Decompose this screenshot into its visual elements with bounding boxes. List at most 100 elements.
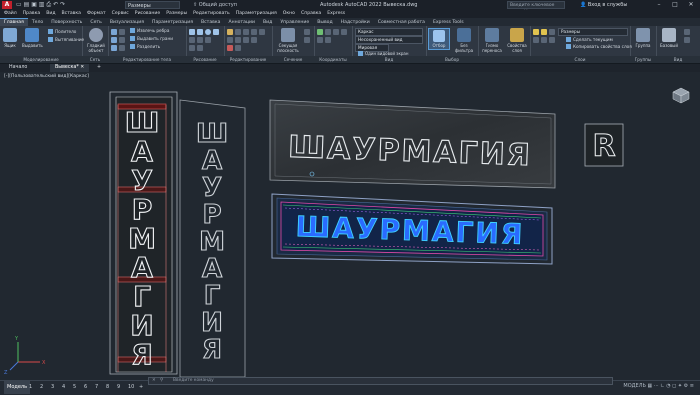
layer-freeze-icon[interactable] xyxy=(541,29,547,35)
slice-icon[interactable] xyxy=(119,29,125,35)
ucs-world-icon[interactable] xyxy=(325,29,331,35)
make-current-button[interactable]: Сделать текущим xyxy=(566,37,613,43)
view-option-icon[interactable] xyxy=(684,29,690,35)
intersect-icon[interactable] xyxy=(111,45,117,51)
redo-icon[interactable]: ↷ xyxy=(60,1,65,8)
union-icon[interactable] xyxy=(111,29,117,35)
section-option-icon[interactable] xyxy=(304,29,310,35)
no-filter-button[interactable]: Без фильтра xyxy=(452,28,476,53)
save-icon[interactable]: ▣ xyxy=(31,1,37,8)
layout-tab-3[interactable]: 3 xyxy=(48,381,57,394)
letter-r-block[interactable]: R xyxy=(584,123,624,167)
mirror-icon[interactable] xyxy=(259,29,265,35)
menu-item-7[interactable]: Размеры xyxy=(166,11,187,16)
grid-icon[interactable]: ▦ xyxy=(647,383,652,389)
interfere-icon[interactable] xyxy=(119,37,125,43)
maximize-button[interactable]: □ xyxy=(667,0,683,10)
ucs-icon[interactable] xyxy=(317,29,323,35)
menu-item-12[interactable]: Express xyxy=(327,11,345,16)
offset-icon[interactable] xyxy=(235,45,241,51)
scale-icon[interactable] xyxy=(243,37,249,43)
viewcube[interactable] xyxy=(669,84,691,106)
open-icon[interactable]: ▤ xyxy=(24,1,30,8)
stretch-icon[interactable] xyxy=(235,37,241,43)
command-settings-icon[interactable]: ⚲ xyxy=(160,378,163,384)
undo-icon[interactable]: ↶ xyxy=(53,1,58,8)
new-icon[interactable]: ▭ xyxy=(16,1,22,8)
subtract-icon[interactable] xyxy=(111,37,117,43)
layout-tab-7[interactable]: 7 xyxy=(92,381,101,394)
model-space-toggle[interactable]: МОДЕЛЬ xyxy=(623,383,646,389)
new-tab-button[interactable]: + xyxy=(92,64,106,72)
separate-button[interactable]: Разделить xyxy=(130,44,160,50)
move-icon[interactable] xyxy=(227,29,233,35)
menu-item-4[interactable]: Формат xyxy=(87,11,106,16)
tab-vyveska[interactable]: Вывеска* ✕ xyxy=(50,64,90,72)
polysolid-button[interactable]: Политело xyxy=(48,29,76,35)
menu-item-6[interactable]: Рисование xyxy=(135,11,160,16)
layer-isolate-icon[interactable] xyxy=(533,37,539,43)
extract-edges-button[interactable]: Извлечь ребра xyxy=(130,28,169,34)
layer-unisolate-icon[interactable] xyxy=(541,37,547,43)
snap-icon[interactable]: ⋯ xyxy=(654,383,659,389)
neon-sign-selected[interactable]: ШАУРМАГИЯ xyxy=(271,193,553,265)
smooth-object-button[interactable]: Гладкий объект xyxy=(86,28,106,53)
minimize-button[interactable]: – xyxy=(651,0,667,10)
view-option2-icon[interactable] xyxy=(684,37,690,43)
extrude-faces-button[interactable]: Выдавить грани xyxy=(130,36,173,42)
layout-tab-6[interactable]: 6 xyxy=(81,381,90,394)
ucs-face-icon[interactable] xyxy=(341,29,347,35)
hatch-icon[interactable] xyxy=(197,37,203,43)
move-gizmo-button[interactable]: Гизмо переноса xyxy=(480,28,504,53)
close-button[interactable]: ✕ xyxy=(683,0,699,10)
layer-on-icon[interactable] xyxy=(533,29,539,35)
ucs-object-icon[interactable] xyxy=(317,37,323,43)
section-option2-icon[interactable] xyxy=(304,37,310,43)
sweep-button[interactable]: Вытягивание xyxy=(48,37,84,43)
visual-style-dropdown[interactable]: Каркас xyxy=(355,28,423,36)
status-toggles[interactable]: МОДЕЛЬ ▦ ⋯ ∟ ◔ ◻ ✦ ⚙ ≡ xyxy=(623,380,694,393)
menu-item-10[interactable]: Окно xyxy=(283,11,295,16)
layout-tab-2[interactable]: 2 xyxy=(37,381,46,394)
culling-button[interactable]: Отбор xyxy=(428,28,450,50)
ucs-view-icon[interactable] xyxy=(325,37,331,43)
horizontal-sign-panel[interactable]: ШАУРМАГИЯ xyxy=(269,99,556,189)
rectangle-icon[interactable] xyxy=(189,37,195,43)
polyline-icon[interactable] xyxy=(197,29,203,35)
workspace-dropdown[interactable]: Размеры xyxy=(125,1,180,9)
layer-properties-button[interactable]: Свойства слоя xyxy=(506,28,528,53)
section-plane-button[interactable]: Секущая плоскость xyxy=(275,28,301,53)
menu-item-11[interactable]: Справка xyxy=(301,11,321,16)
workspace-icon[interactable]: ⚙ xyxy=(684,383,688,389)
rotate-icon[interactable] xyxy=(235,29,241,35)
signin-button[interactable]: 👤 Вход в службы xyxy=(580,0,627,10)
ortho-icon[interactable]: ∟ xyxy=(660,383,664,389)
polar-icon[interactable]: ◔ xyxy=(666,383,670,389)
customize-icon[interactable]: ≡ xyxy=(690,383,694,389)
command-line[interactable]: ✕ ⚲ Введите команду xyxy=(148,377,613,385)
search-input[interactable]: Введите ключевое слово/фразу xyxy=(507,1,565,15)
menu-item-8[interactable]: Редактировать xyxy=(193,11,230,16)
ellipse-icon[interactable] xyxy=(205,37,211,43)
menu-item-3[interactable]: Вставка xyxy=(62,11,81,16)
drawing-viewport[interactable]: [-][Пользовательский вид][Каркас] ШАУРМА… xyxy=(0,72,700,380)
line-icon[interactable] xyxy=(189,29,195,35)
app-menu-button[interactable]: A xyxy=(2,1,12,9)
group-button[interactable]: Группа xyxy=(633,28,653,48)
layout-tab-11[interactable]: + xyxy=(136,381,146,394)
box-button[interactable]: Ящик xyxy=(2,28,18,48)
menu-item-9[interactable]: Параметризация xyxy=(236,11,277,16)
close-tab-icon[interactable]: ✕ xyxy=(80,65,84,70)
quick-access-toolbar[interactable]: ▭ ▤ ▣ ▥ ⎙ ↶ ↷ xyxy=(16,1,65,9)
extrude-button[interactable]: Выдавить xyxy=(22,28,43,48)
base-view-button[interactable]: Базовый xyxy=(658,28,680,48)
osnap-icon[interactable]: ◻ xyxy=(672,383,676,389)
named-view-dropdown[interactable]: Несохраненный вид xyxy=(355,36,423,44)
shell-icon[interactable] xyxy=(119,45,125,51)
layout-tab-4[interactable]: 4 xyxy=(59,381,68,394)
layer-dropdown[interactable]: Размеры xyxy=(558,28,628,36)
layout-tab-5[interactable]: 5 xyxy=(70,381,79,394)
menu-item-5[interactable]: Сервис xyxy=(112,11,129,16)
tab-start[interactable]: Начало xyxy=(4,64,32,72)
arc-icon[interactable] xyxy=(213,29,219,35)
